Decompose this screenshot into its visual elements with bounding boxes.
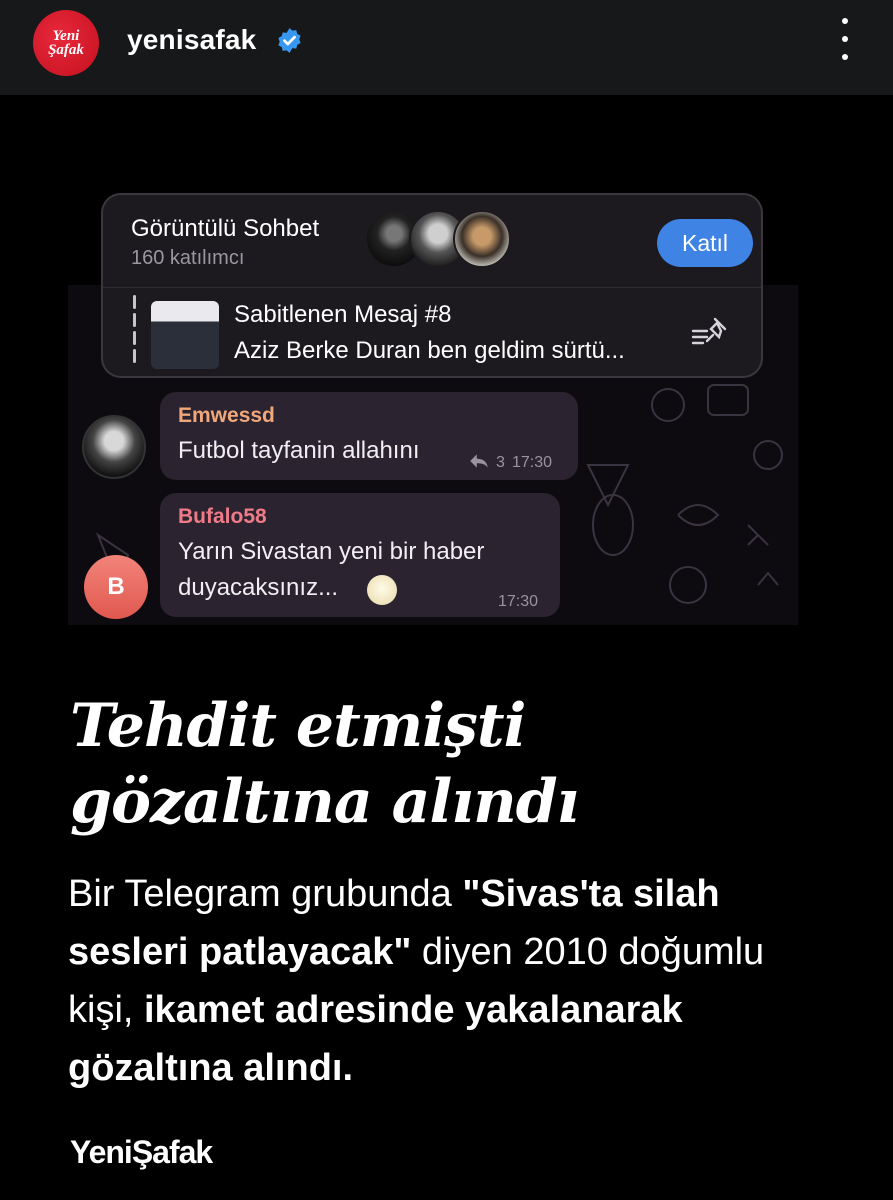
message-sender: Emwessd [178,404,275,427]
emwessd-avatar[interactable] [82,415,146,479]
message-text-line1: Yarın Sivastan yeni bir haber [178,538,485,565]
message-emwessd[interactable]: Emwessd Futbol tayfanin allahını 3 17:30 [160,392,578,480]
message-text-line2: duyacaksınız... [178,574,339,601]
ghost-emoji-icon [367,575,397,605]
brand-logo: YeniŞafak [70,1134,213,1170]
avatar-letter: B [107,573,125,600]
reply-count: 3 [496,454,505,471]
participant-avatars [365,210,511,272]
participant-count: 160 katılımcı [131,247,245,269]
logo-text-yeni: Yeni [52,28,80,44]
username[interactable]: yenisafak [127,24,256,56]
logo-text-safak: Şafak [48,42,84,58]
participant-avatar [453,210,511,268]
bufalo58-avatar[interactable]: B [84,555,148,619]
pinned-indicator [133,295,137,365]
lede-emphasis: ikamet adresinde yakalanarak gözaltına a… [68,989,683,1089]
video-chat-card: Görüntülü Sohbet 160 katılımcı Katıl Sab… [101,193,763,378]
join-button[interactable]: Katıl [657,219,753,267]
message-bufalo58[interactable]: Bufalo58 Yarın Sivastan yeni bir haber d… [160,493,560,617]
lede-text: Bir Telegram grubunda [68,873,463,915]
profile-avatar[interactable]: Yeni Şafak [33,10,99,76]
pinned-title[interactable]: Sabitlenen Mesaj #8 [234,301,451,329]
message-time: 17:30 [498,593,539,610]
message-time: 17:30 [512,454,553,471]
more-options-icon[interactable] [832,18,858,60]
pin-list-icon[interactable] [691,315,731,349]
reply-arrow-icon [470,454,488,468]
headline-line1: Tehdit etmişti [70,691,526,761]
headline: Tehdit etmişti gözaltına alındı [70,688,830,840]
pinned-text[interactable]: Aziz Berke Duran ben geldim sürtü... [234,337,625,365]
message-sender: Bufalo58 [178,505,267,528]
video-chat-title: Görüntülü Sohbet [131,215,320,242]
post-header: Yeni Şafak yenisafak [0,0,893,95]
headline-line2: gözaltına alındı [70,767,579,837]
divider [103,287,761,288]
message-text: Futbol tayfanin allahını [178,437,420,464]
pinned-thumbnail[interactable] [151,301,219,369]
verified-badge-icon [278,28,301,53]
lede-paragraph: Bir Telegram grubunda "Sivas'ta silah se… [68,865,838,1097]
